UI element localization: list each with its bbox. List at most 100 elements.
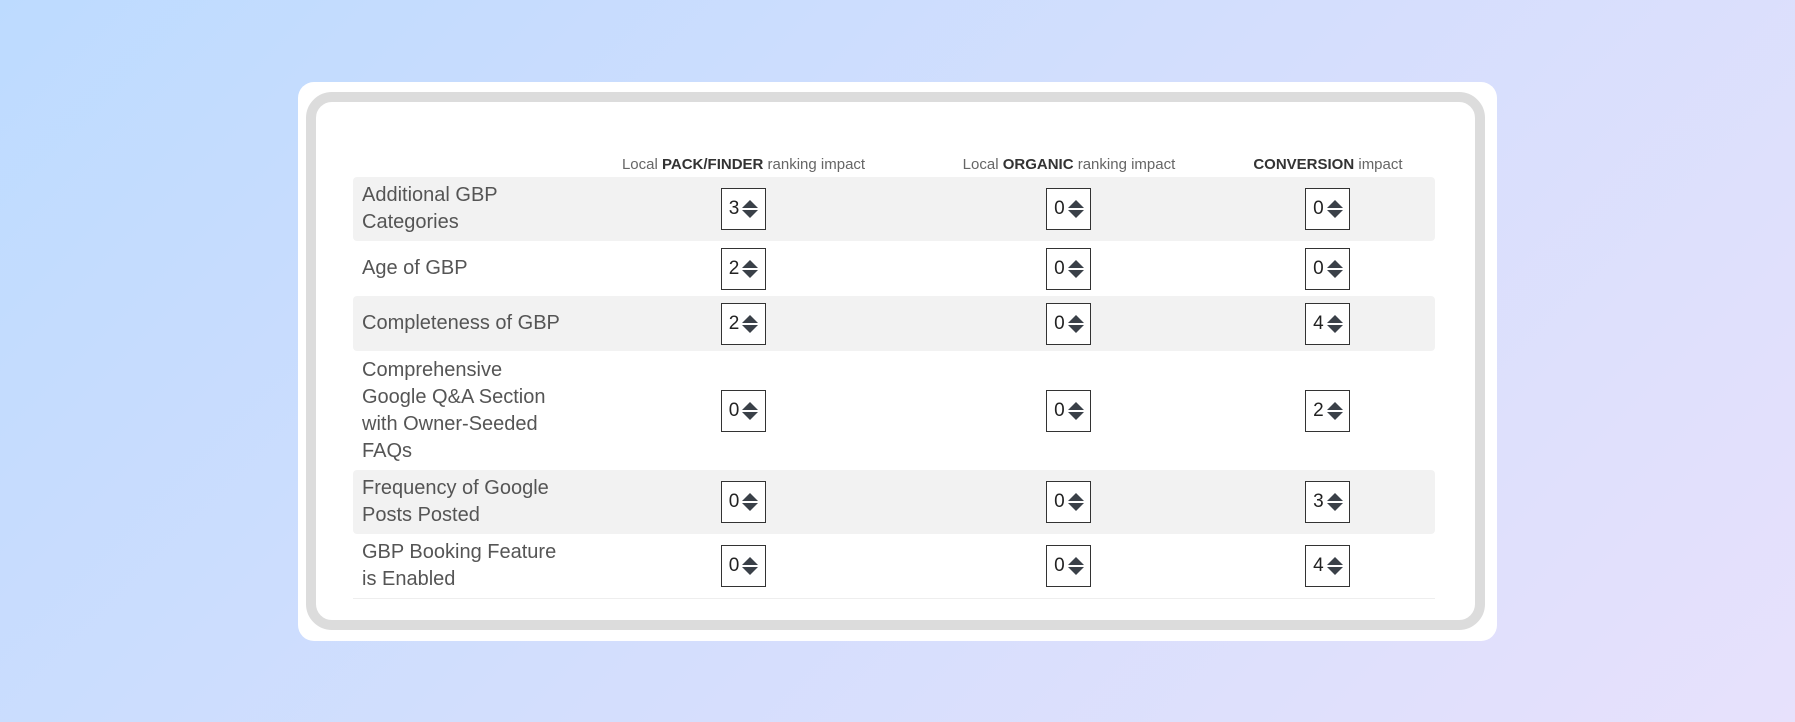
score-stepper[interactable]: 0 bbox=[1305, 247, 1351, 290]
cell-pack-finder: 0 bbox=[570, 470, 918, 534]
stepper-arrows-icon[interactable] bbox=[742, 200, 759, 218]
header-conversion: CONVERSION impact bbox=[1253, 156, 1403, 173]
score-stepper[interactable]: 0 bbox=[721, 481, 767, 523]
stepper-arrows-icon[interactable] bbox=[1326, 493, 1343, 511]
cell-conversion: 0 bbox=[1220, 177, 1435, 241]
arrow-up-icon[interactable] bbox=[1326, 259, 1343, 268]
cell-pack-finder: 0 bbox=[570, 351, 917, 470]
stepper-arrows-icon[interactable] bbox=[742, 557, 759, 575]
arrow-up-icon[interactable] bbox=[742, 401, 759, 410]
cell-organic: 0 bbox=[917, 470, 1221, 534]
arrow-down-icon[interactable] bbox=[1067, 324, 1084, 333]
arrow-up-icon[interactable] bbox=[1326, 314, 1343, 323]
arrow-down-icon[interactable] bbox=[742, 324, 759, 333]
arrow-down-icon[interactable] bbox=[742, 411, 759, 420]
table-row: Frequency of Google Posts Posted 0 0 3 bbox=[353, 470, 1435, 534]
arrow-up-icon[interactable] bbox=[1326, 493, 1343, 501]
arrow-down-icon[interactable] bbox=[742, 567, 759, 575]
score-value: 0 bbox=[728, 555, 740, 576]
score-value: 0 bbox=[728, 491, 740, 512]
score-value: 0 bbox=[1054, 399, 1065, 421]
score-stepper[interactable]: 0 bbox=[1046, 302, 1092, 345]
row-label: Frequency of Google Posts Posted bbox=[353, 470, 570, 534]
arrow-down-icon[interactable] bbox=[1067, 269, 1084, 278]
arrow-up-icon[interactable] bbox=[1067, 557, 1084, 565]
arrow-down-icon[interactable] bbox=[742, 503, 759, 511]
row-label: Age of GBP bbox=[362, 257, 468, 279]
arrow-down-icon[interactable] bbox=[1067, 503, 1084, 511]
stepper-arrows-icon[interactable] bbox=[1326, 314, 1343, 333]
score-stepper[interactable]: 3 bbox=[1305, 481, 1351, 523]
arrow-up-icon[interactable] bbox=[742, 200, 759, 208]
arrow-up-icon[interactable] bbox=[742, 557, 759, 565]
table-row: Completeness of GBP 2 0 4 bbox=[353, 296, 1435, 351]
arrow-down-icon[interactable] bbox=[1326, 324, 1343, 333]
score-value: 0 bbox=[1054, 198, 1065, 219]
stepper-arrows-icon[interactable] bbox=[1067, 401, 1084, 420]
stepper-arrows-icon[interactable] bbox=[1067, 259, 1084, 278]
arrow-up-icon[interactable] bbox=[1067, 200, 1084, 208]
stepper-arrows-icon[interactable] bbox=[1067, 200, 1084, 218]
score-stepper[interactable]: 0 bbox=[1046, 545, 1092, 587]
row-label: GBP Booking Feature is Enabled bbox=[353, 534, 570, 599]
score-stepper[interactable]: 0 bbox=[1046, 247, 1092, 290]
table-row: Comprehensive Google Q&A Section with Ow… bbox=[353, 351, 1435, 470]
arrow-down-icon[interactable] bbox=[742, 269, 759, 278]
score-stepper[interactable]: 2 bbox=[1305, 389, 1351, 432]
arrow-down-icon[interactable] bbox=[1067, 210, 1084, 218]
cell-conversion: 4 bbox=[1220, 296, 1435, 351]
table-frame: Local PACK/FINDER ranking impact Local O… bbox=[306, 92, 1485, 630]
stepper-arrows-icon[interactable] bbox=[1067, 557, 1084, 575]
arrow-up-icon[interactable] bbox=[1326, 557, 1343, 565]
score-stepper[interactable]: 0 bbox=[1305, 188, 1351, 230]
arrow-up-icon[interactable] bbox=[742, 259, 759, 268]
stepper-arrows-icon[interactable] bbox=[1326, 557, 1343, 575]
stepper-arrows-icon[interactable] bbox=[1067, 493, 1084, 511]
score-stepper[interactable]: 0 bbox=[721, 545, 767, 587]
arrow-up-icon[interactable] bbox=[1067, 259, 1084, 268]
cell-organic: 0 bbox=[917, 534, 1221, 599]
cell-conversion: 2 bbox=[1221, 351, 1435, 470]
arrow-up-icon[interactable] bbox=[1067, 401, 1084, 410]
cell-organic: 0 bbox=[917, 351, 1221, 470]
score-stepper[interactable]: 2 bbox=[721, 247, 767, 290]
score-stepper[interactable]: 4 bbox=[1305, 545, 1351, 587]
score-stepper[interactable]: 0 bbox=[1046, 481, 1092, 523]
score-stepper[interactable]: 0 bbox=[721, 389, 767, 432]
arrow-down-icon[interactable] bbox=[1067, 411, 1084, 420]
arrow-up-icon[interactable] bbox=[742, 314, 759, 323]
arrow-down-icon[interactable] bbox=[742, 210, 759, 218]
table-row: Additional GBP Categories 3 0 0 bbox=[353, 177, 1435, 241]
arrow-down-icon[interactable] bbox=[1326, 411, 1343, 420]
stepper-arrows-icon[interactable] bbox=[1326, 200, 1343, 218]
table-row: GBP Booking Feature is Enabled 0 0 4 bbox=[353, 534, 1435, 599]
stepper-arrows-icon[interactable] bbox=[742, 314, 759, 333]
arrow-up-icon[interactable] bbox=[1326, 401, 1343, 410]
score-stepper[interactable]: 0 bbox=[1046, 188, 1092, 230]
score-stepper[interactable]: 0 bbox=[1046, 389, 1092, 432]
score-value: 0 bbox=[1054, 257, 1065, 279]
stepper-arrows-icon[interactable] bbox=[1326, 259, 1343, 278]
arrow-up-icon[interactable] bbox=[742, 493, 759, 501]
arrow-up-icon[interactable] bbox=[1067, 493, 1084, 501]
cell-pack-finder: 3 bbox=[570, 177, 918, 241]
arrow-up-icon[interactable] bbox=[1326, 200, 1343, 208]
arrow-down-icon[interactable] bbox=[1326, 269, 1343, 278]
stepper-arrows-icon[interactable] bbox=[742, 401, 759, 420]
score-stepper[interactable]: 4 bbox=[1305, 302, 1351, 345]
stepper-arrows-icon[interactable] bbox=[1326, 401, 1343, 420]
arrow-down-icon[interactable] bbox=[1067, 567, 1084, 575]
arrow-down-icon[interactable] bbox=[1326, 567, 1343, 575]
score-stepper[interactable]: 3 bbox=[721, 188, 767, 230]
stepper-arrows-icon[interactable] bbox=[742, 259, 759, 278]
score-value: 2 bbox=[728, 257, 740, 279]
arrow-down-icon[interactable] bbox=[1326, 503, 1343, 511]
arrow-down-icon[interactable] bbox=[1326, 210, 1343, 218]
score-stepper[interactable]: 2 bbox=[721, 302, 767, 345]
cell-pack-finder: 0 bbox=[570, 534, 918, 599]
score-value: 0 bbox=[1054, 312, 1065, 334]
score-value: 0 bbox=[1313, 198, 1324, 219]
stepper-arrows-icon[interactable] bbox=[742, 493, 759, 511]
stepper-arrows-icon[interactable] bbox=[1067, 314, 1084, 333]
arrow-up-icon[interactable] bbox=[1067, 314, 1084, 323]
